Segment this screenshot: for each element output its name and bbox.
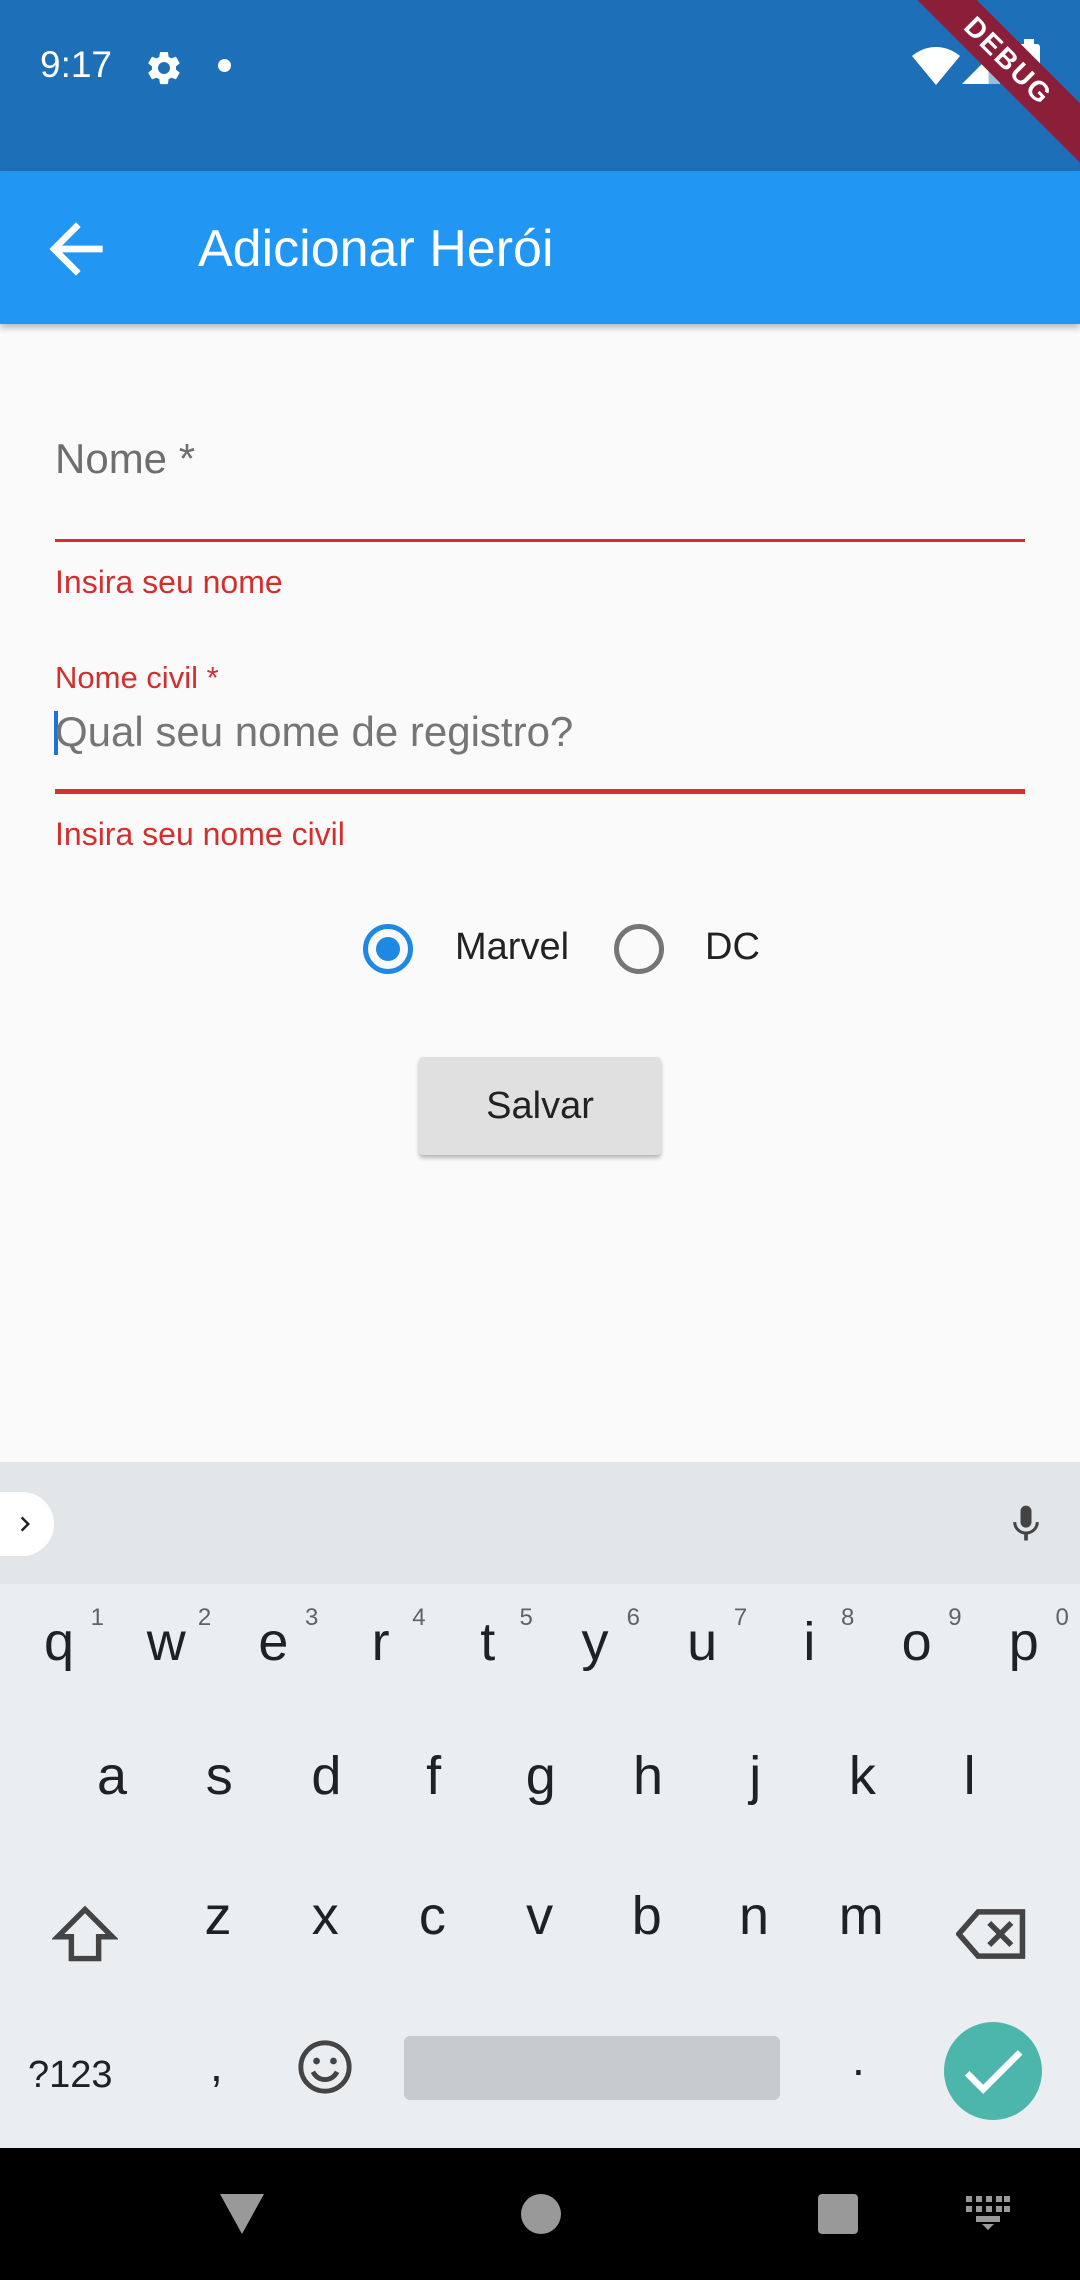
key-hint: 9	[948, 1604, 962, 1631]
key-o[interactable]: o9	[864, 1584, 970, 1714]
key-hint: 3	[305, 1604, 319, 1631]
key-h[interactable]: h	[595, 1718, 701, 1848]
key-label: h	[632, 1746, 664, 1806]
keyboard-switch-icon[interactable]	[966, 2196, 1010, 2230]
nav-home-icon[interactable]	[521, 2194, 561, 2234]
radio-dc-label[interactable]: DC	[705, 926, 760, 969]
key-label: v	[526, 1886, 554, 1946]
microphone-icon[interactable]	[1004, 1496, 1048, 1552]
key-label: g	[525, 1746, 556, 1806]
key-k[interactable]: k	[809, 1718, 915, 1848]
page-title: Adicionar Herói	[198, 220, 554, 278]
key-label: f	[426, 1746, 442, 1806]
key-hint: 7	[733, 1604, 748, 1631]
radio-dc[interactable]	[614, 924, 664, 974]
name-field-underline	[55, 539, 1025, 542]
key-hint: 5	[519, 1604, 533, 1631]
wifi-icon	[912, 47, 960, 85]
key-hint: 4	[412, 1604, 426, 1631]
key-hint: 0	[1055, 1604, 1069, 1631]
key-b[interactable]: b	[594, 1858, 700, 1988]
key-v[interactable]: v	[487, 1858, 593, 1988]
key-z[interactable]: z	[165, 1858, 271, 1988]
key-a[interactable]: a	[59, 1718, 165, 1848]
keyboard: q1w2e3r4t5y6u7i8o9p0 a s d f g h j k l z x c v b n m ?…	[0, 1584, 1080, 2148]
key-hint: 6	[626, 1604, 640, 1631]
checkmark-icon	[964, 2050, 1023, 2094]
key-c[interactable]: c	[379, 1858, 485, 1988]
key-r[interactable]: r4	[328, 1584, 434, 1714]
key-s[interactable]: s	[166, 1718, 272, 1848]
emoji-key-icon[interactable]	[296, 2038, 354, 2096]
save-button[interactable]: Salvar	[419, 1057, 661, 1155]
key-y[interactable]: y6	[542, 1584, 648, 1714]
civil-name-label: Nome civil *	[55, 660, 219, 695]
key-label: s	[205, 1746, 233, 1806]
key-g[interactable]: g	[488, 1718, 594, 1848]
app-bar: Adicionar Herói	[0, 171, 1080, 324]
key-label: c	[418, 1886, 446, 1946]
key-i[interactable]: i8	[756, 1584, 862, 1714]
civil-name-field-error: Insira seu nome civil	[55, 816, 345, 852]
comma-key[interactable]: ,	[210, 2038, 223, 2092]
key-e[interactable]: e3	[220, 1584, 326, 1714]
key-label: n	[738, 1886, 770, 1946]
enter-key[interactable]	[944, 2022, 1042, 2120]
name-field[interactable]: Nome *	[55, 435, 195, 483]
key-t[interactable]: t5	[435, 1584, 541, 1714]
key-l[interactable]: l	[917, 1718, 1023, 1848]
key-u[interactable]: u7	[649, 1584, 755, 1714]
shift-key-icon[interactable]	[52, 1904, 118, 1964]
key-f[interactable]: f	[381, 1718, 487, 1848]
keyboard-expand-button[interactable]	[0, 1492, 54, 1556]
period-key[interactable]: .	[852, 2032, 865, 2086]
key-label: l	[963, 1746, 976, 1806]
key-x[interactable]: x	[272, 1858, 378, 1988]
notification-dot-icon	[218, 59, 231, 72]
key-hint: 8	[841, 1604, 855, 1631]
name-field-error: Insira seu nome	[55, 564, 283, 600]
key-hint: 2	[197, 1604, 212, 1631]
key-q[interactable]: q1	[6, 1584, 112, 1714]
nav-back-icon[interactable]	[218, 2192, 266, 2236]
key-label: a	[96, 1746, 128, 1806]
chevron-right-icon	[20, 1516, 30, 1532]
key-label: d	[311, 1746, 342, 1806]
backspace-key-icon[interactable]	[956, 1906, 1028, 1962]
publisher-radio-group: Marvel DC	[0, 914, 1080, 984]
civil-name-underline	[55, 789, 1025, 794]
civil-name-field[interactable]: Qual seu nome de registro?	[55, 708, 573, 756]
key-label: m	[838, 1886, 884, 1946]
key-j[interactable]: j	[702, 1718, 808, 1848]
key-d[interactable]: d	[273, 1718, 379, 1848]
key-m[interactable]: m	[808, 1858, 914, 1988]
system-nav-bar	[0, 2148, 1080, 2280]
symbols-key[interactable]: ?123	[28, 2054, 113, 2097]
radio-marvel-label[interactable]: Marvel	[455, 926, 569, 969]
status-time: 9:17	[40, 44, 113, 85]
key-hint: 1	[90, 1604, 104, 1631]
key-label: x	[311, 1886, 339, 1946]
key-n[interactable]: n	[701, 1858, 807, 1988]
key-label: z	[204, 1886, 232, 1946]
status-bar: 9:17 DEBUG	[0, 0, 1080, 171]
settings-gear-icon	[148, 51, 180, 85]
key-label: j	[749, 1746, 762, 1806]
key-w[interactable]: w2	[113, 1584, 219, 1714]
keyboard-toolbar	[0, 1462, 1080, 1584]
nav-recents-icon[interactable]	[818, 2194, 858, 2234]
key-label: k	[848, 1746, 876, 1806]
radio-marvel[interactable]	[363, 924, 413, 974]
space-bar[interactable]	[404, 2036, 780, 2100]
key-label: b	[631, 1886, 662, 1946]
key-p[interactable]: p0	[971, 1584, 1077, 1714]
back-arrow-icon[interactable]	[36, 209, 116, 289]
